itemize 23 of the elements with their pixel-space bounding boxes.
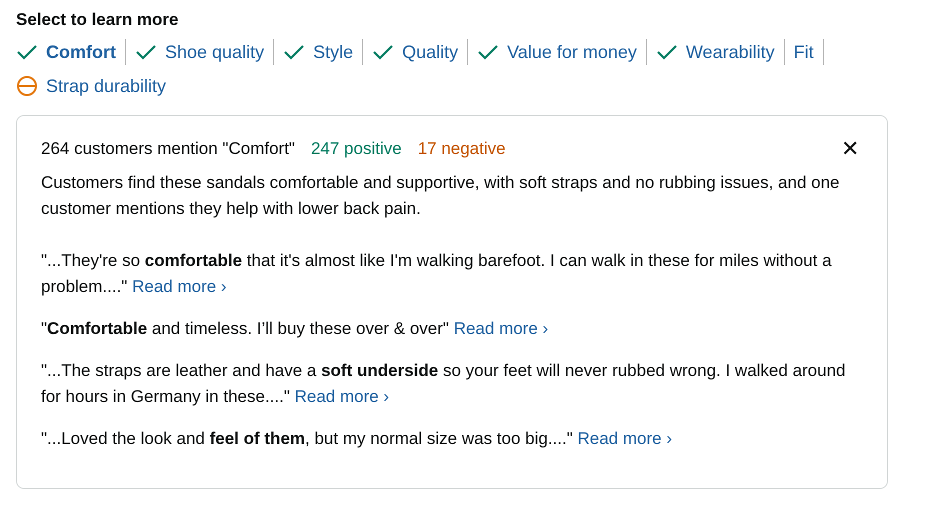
aspect-filter[interactable]: Shoe quality (126, 39, 274, 65)
negative-count: 17 negative (418, 138, 506, 160)
read-more-link[interactable]: Read more › (578, 429, 672, 448)
aspect-filter[interactable]: Strap durability (16, 73, 176, 99)
read-more-link[interactable]: Read more › (294, 387, 390, 406)
minus-circle-icon (16, 75, 38, 97)
review-quote: "...Loved the look and feel of them, but my normal size was too big...." Read more › (41, 428, 673, 450)
section-heading: Select to learn more (16, 10, 180, 30)
aspect-filter[interactable]: Comfort (16, 39, 126, 65)
review-quote: "...They're so comfortable that it's almost like I'm walking barefoot. I can walk in these for miles without a problem...." Read more › (41, 250, 833, 298)
read-more-link[interactable]: Read more › (454, 319, 548, 338)
read-more-link[interactable]: Read more › (132, 277, 227, 296)
aspect-filter[interactable]: Fit (784, 39, 824, 65)
close-button[interactable]: ✕ (837, 136, 863, 162)
aspect-filter[interactable]: Wearability (646, 39, 785, 65)
aspect-filter[interactable]: Quality (363, 39, 468, 65)
positive-count: 247 positive (310, 138, 402, 160)
aspect-filter[interactable]: Value for money (468, 39, 647, 65)
mention-count: 264 customers mention "Comfort" (41, 138, 295, 160)
aspect-filter[interactable]: Style (274, 39, 364, 65)
summary-text: Customers find these sandals comfortable and supportive, with soft straps and no rubbing issues, and one customer mentions they help with lower back pain. (41, 172, 841, 220)
review-quote: "Comfortable and timeless. I’ll buy these over & over" Read more › (41, 318, 550, 340)
review-quote: "...The straps are leather and have a soft underside so your feet will never rubbed wrong. I walked around for hours in Germany in these...." Read more › (41, 360, 846, 408)
